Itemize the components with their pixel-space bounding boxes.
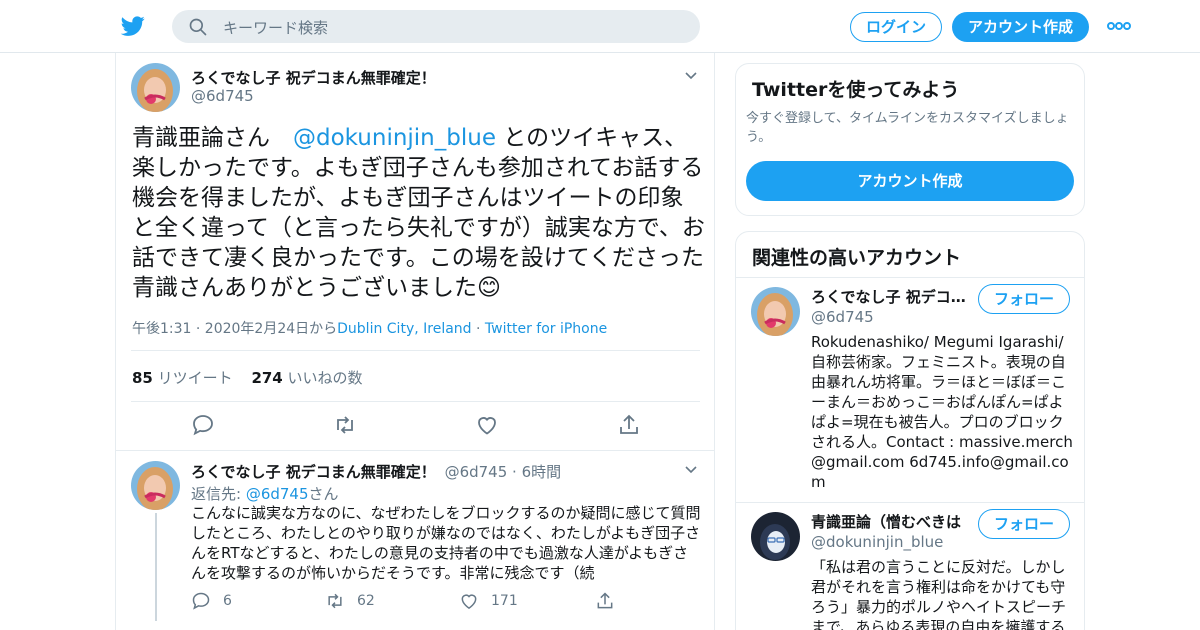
retweet-count: 62 — [357, 593, 375, 609]
reply-count: 6 — [223, 593, 232, 609]
share-icon[interactable] — [617, 413, 641, 437]
like-heart-icon — [461, 594, 477, 609]
account-handle[interactable]: @dokuninjin_blue — [811, 533, 943, 551]
account-item[interactable]: 青識亜論（憎むべきは @dokuninjin_blue フォロー 「私は君の言う… — [736, 503, 1084, 630]
avatar[interactable] — [131, 63, 180, 112]
tweet-actions — [116, 413, 716, 443]
tweet-text: 青識亜論さん @dokuninjin_blue とのツイキャス、楽しかったです。… — [132, 123, 706, 303]
replying-to: 返信先: @6d745さん — [191, 483, 339, 504]
reply-author-handle[interactable]: @6d745 — [445, 463, 508, 481]
like-count: 274 — [251, 369, 283, 387]
share-button[interactable] — [595, 589, 627, 613]
reply-actions: 6 62 171 — [191, 589, 711, 613]
chevron-down-icon[interactable] — [683, 461, 699, 477]
login-button[interactable]: ログイン — [850, 12, 942, 42]
retweet-stat[interactable]: 85 リツイート — [132, 369, 233, 387]
retweet-icon[interactable] — [333, 413, 357, 437]
follow-button[interactable]: フォロー — [978, 509, 1070, 539]
tweet-timestamp[interactable]: 午後1:31 · 2020年2月24日から — [132, 321, 337, 337]
tweet-location-link[interactable]: Dublin City, Ireland — [337, 321, 471, 337]
related-accounts-title: 関連性の高いアカウント — [752, 247, 962, 269]
avatar-image-icon — [751, 287, 800, 336]
account-handle[interactable]: @6d745 — [811, 308, 874, 326]
account-name[interactable]: ろくでなし子 祝デコまん無罪確定！ — [811, 286, 971, 307]
mention-link[interactable]: @dokuninjin_blue — [293, 125, 496, 151]
avatar[interactable] — [131, 461, 180, 510]
follow-button[interactable]: フォロー — [978, 284, 1070, 314]
tweet-metadata: 午後1:31 · 2020年2月24日からDublin City, Irelan… — [132, 318, 607, 338]
signup-card-title: Twitterを使ってみよう — [752, 79, 960, 101]
retweet-label: リツイート — [152, 369, 233, 387]
chevron-down-icon[interactable] — [683, 67, 699, 83]
search-icon — [189, 18, 207, 36]
tweet-client-link[interactable]: Twitter for iPhone — [485, 321, 607, 337]
reply-icon[interactable] — [191, 413, 215, 437]
like-button[interactable]: 171 — [459, 589, 518, 613]
tweet-text-part: 青識亜論さん — [132, 125, 293, 151]
create-account-button[interactable]: アカウント作成 — [746, 161, 1074, 201]
related-accounts-card: 関連性の高いアカウント ろくでなし子 祝デコまん無罪確定！ @6d745 フォロ… — [735, 231, 1085, 630]
replying-to-suffix: さん — [308, 485, 339, 503]
reply-time[interactable]: 6時間 — [522, 463, 562, 481]
reply-button[interactable]: 6 — [191, 589, 232, 613]
share-icon — [597, 592, 613, 609]
replying-to-label: 返信先: — [191, 485, 246, 503]
signup-card-subtitle: 今すぐ登録して、タイムラインをカスタマイズしましょう。 — [746, 111, 1069, 145]
retweet-count: 85 — [132, 369, 153, 387]
retweet-icon — [328, 593, 342, 609]
avatar-image-icon — [131, 63, 180, 112]
retweet-button[interactable]: 62 — [325, 589, 375, 613]
tweet-text-part: とのツイキャス、楽しかったです。よもぎ団子さんも参加されてお話する機会を得ました… — [132, 125, 705, 301]
reply-tweet[interactable]: ろくでなし子 祝デコまん無罪確定！ @6d745 · 6時間 返信先: @6d7… — [116, 451, 714, 630]
mention-link[interactable]: @6d745 — [246, 485, 309, 503]
account-bio: 「私は君の言うことに反対だ。しかし君がそれを言う権利は命をかけても守ろう」暴力的… — [811, 558, 1067, 630]
tweet-author-name[interactable]: ろくでなし子 祝デコまん無罪確定！ — [191, 67, 436, 88]
search-input[interactable]: キーワード検索 — [172, 10, 700, 43]
avatar-image-icon — [131, 461, 180, 510]
main-column: ろくでなし子 祝デコまん無罪確定！ @6d745 青識亜論さん @dokunin… — [115, 53, 715, 630]
tweet-author-handle[interactable]: @6d745 — [191, 87, 254, 105]
meta-separator: · — [507, 463, 522, 481]
like-stat[interactable]: 274 いいねの数 — [251, 369, 362, 387]
account-name[interactable]: 青識亜論（憎むべきは — [811, 511, 971, 532]
search-placeholder: キーワード検索 — [223, 19, 329, 37]
divider — [131, 350, 700, 351]
reply-header: ろくでなし子 祝デコまん無罪確定！ @6d745 · 6時間 — [191, 461, 561, 482]
meta-separator: · — [471, 321, 485, 337]
reply-icon — [192, 592, 210, 610]
more-options-icon[interactable] — [1106, 16, 1132, 36]
avatar[interactable] — [751, 287, 800, 336]
divider — [131, 401, 700, 402]
signup-button[interactable]: アカウント作成 — [952, 12, 1089, 42]
thread-line — [155, 513, 157, 621]
twitter-bird-icon[interactable] — [120, 14, 146, 38]
reply-author-name[interactable]: ろくでなし子 祝デコまん無罪確定！ — [191, 463, 436, 481]
tweet-stats: 85 リツイート 274 いいねの数 — [132, 367, 363, 388]
like-count: 171 — [491, 593, 518, 609]
top-navigation-bar: キーワード検索 ログイン アカウント作成 — [0, 0, 1200, 53]
avatar[interactable] — [751, 512, 800, 561]
account-bio: Rokudenashiko/ Megumi Igarashi/ 自称芸術家。フェ… — [811, 333, 1073, 491]
reply-text: こんなに誠実な方なのに、なぜわたしをブロックするのか疑問に感じて質問したところ、… — [191, 504, 701, 582]
like-label: いいねの数 — [282, 369, 363, 387]
signup-prompt-card: Twitterを使ってみよう 今すぐ登録して、タイムラインをカスタマイズしましょ… — [735, 63, 1085, 216]
account-item[interactable]: ろくでなし子 祝デコまん無罪確定！ @6d745 フォロー Rokudenash… — [736, 278, 1084, 502]
avatar-image-icon — [751, 512, 800, 561]
like-heart-icon[interactable] — [475, 413, 499, 437]
